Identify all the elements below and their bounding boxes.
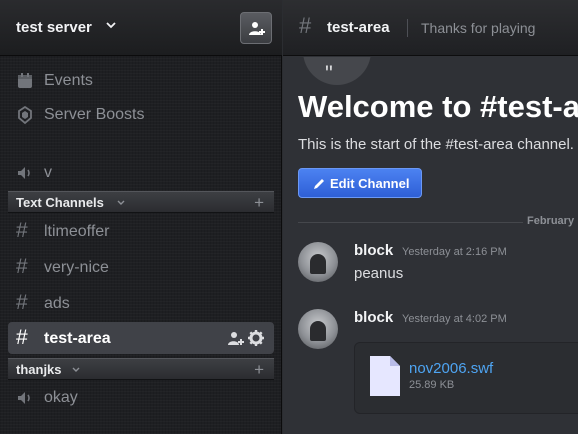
add-member-icon[interactable]	[228, 331, 244, 347]
add-channel-icon[interactable]: +	[254, 193, 264, 213]
server-boosts-label: Server Boosts	[44, 106, 145, 123]
gear-icon[interactable]	[248, 330, 264, 346]
category-label: thanjks	[16, 362, 62, 377]
voice-channel-label: okay	[44, 389, 78, 406]
welcome-subtitle: This is the start of the #test-area chan…	[298, 136, 574, 153]
date-divider-label: February	[523, 215, 578, 227]
add-channel-icon[interactable]: +	[254, 360, 264, 380]
channel-label: ads	[44, 295, 70, 312]
server-header[interactable]: test server	[0, 0, 282, 56]
avatar[interactable]	[298, 242, 338, 282]
file-icon	[370, 356, 400, 396]
channel-sidebar: test server Events Server Boosts v Text …	[0, 0, 282, 434]
message-timestamp: Yesterday at 2:16 PM	[402, 246, 507, 258]
attachment-size: 25.89 KB	[409, 379, 455, 391]
boost-shield-icon	[18, 106, 32, 124]
channel-ads[interactable]: # ads	[16, 291, 266, 317]
message-timestamp: Yesterday at 4:02 PM	[402, 313, 507, 325]
channel-welcome-icon-glyph: "	[325, 61, 333, 86]
header-divider	[407, 19, 408, 37]
message-author[interactable]: block	[354, 309, 393, 326]
channel-label: ltimeoffer	[44, 223, 110, 240]
server-name[interactable]: test server	[16, 19, 92, 36]
channel-welcome-icon: "	[303, 57, 371, 86]
hashtag-icon: #	[16, 291, 28, 314]
voice-channel-okay[interactable]: okay	[16, 386, 266, 410]
chevron-down-icon[interactable]	[104, 18, 118, 32]
channel-very-nice[interactable]: # very-nice	[16, 255, 266, 281]
edit-channel-label: Edit Channel	[330, 176, 410, 191]
hashtag-icon: #	[16, 255, 28, 278]
message-text: peanus	[354, 265, 404, 282]
file-attachment: nov2006.swf 25.89 KB	[354, 342, 578, 414]
category-text-channels[interactable]: Text Channels +	[8, 191, 274, 213]
channel-label: test-area	[44, 330, 111, 347]
category-thanjks[interactable]: thanjks +	[8, 358, 274, 380]
message-author[interactable]: block	[354, 242, 393, 259]
chat-area: # test-area Thanks for playing " Welcome…	[283, 0, 578, 434]
channel-ltimeoffer[interactable]: # ltimeoffer	[16, 219, 266, 245]
voice-channel-v[interactable]: v	[16, 161, 266, 185]
speaker-icon	[18, 167, 30, 179]
events-item[interactable]: Events	[16, 69, 266, 93]
channel-title: test-area	[327, 19, 390, 36]
message-list[interactable]: " Welcome to #test-area! This is the sta…	[283, 57, 578, 434]
hashtag-icon: #	[299, 13, 312, 38]
chevron-down-icon	[72, 367, 80, 372]
category-label: Text Channels	[16, 195, 104, 210]
channel-header: # test-area Thanks for playing	[283, 0, 578, 56]
hashtag-icon: #	[16, 326, 28, 349]
server-boosts-item[interactable]: Server Boosts	[16, 103, 266, 127]
welcome-title: Welcome to #test-area!	[298, 89, 578, 124]
channel-topic[interactable]: Thanks for playing	[421, 20, 535, 36]
hashtag-icon: #	[16, 219, 28, 242]
edit-channel-button[interactable]: Edit Channel	[298, 168, 422, 198]
channel-label: very-nice	[44, 259, 109, 276]
channel-test-area[interactable]: # test-area	[8, 322, 274, 354]
pencil-icon	[314, 179, 324, 189]
invite-people-button[interactable]	[240, 12, 272, 44]
attachment-filename[interactable]: nov2006.swf	[409, 360, 493, 377]
events-label: Events	[44, 72, 93, 89]
avatar[interactable]	[298, 309, 338, 349]
add-person-icon	[249, 22, 265, 35]
voice-channel-label: v	[44, 164, 52, 181]
speaker-icon	[18, 392, 30, 404]
chevron-down-icon	[117, 200, 125, 205]
calendar-icon	[18, 73, 32, 88]
